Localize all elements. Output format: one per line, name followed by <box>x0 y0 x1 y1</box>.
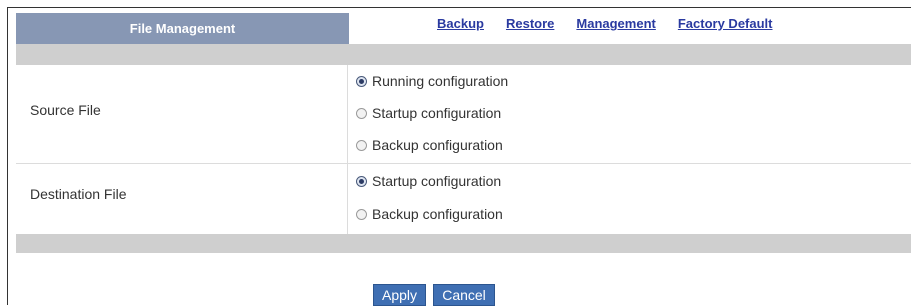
source-option-running[interactable]: Running configuration <box>356 70 508 92</box>
nav-links: Backup Restore Management Factory Defaul… <box>437 16 911 44</box>
link-backup[interactable]: Backup <box>437 16 484 44</box>
source-file-label: Source File <box>30 102 101 118</box>
radio-button-checked[interactable] <box>356 175 367 187</box>
option-label: Backup configuration <box>372 137 503 153</box>
table-footer-bar <box>16 234 911 253</box>
destination-file-label: Destination File <box>30 186 127 202</box>
source-option-backup[interactable]: Backup configuration <box>356 134 503 156</box>
link-restore[interactable]: Restore <box>506 16 554 44</box>
radio-button[interactable] <box>356 139 367 151</box>
row-divider <box>16 163 911 164</box>
link-factory-default[interactable]: Factory Default <box>678 16 773 44</box>
radio-button[interactable] <box>356 208 367 220</box>
option-label: Startup configuration <box>372 173 502 189</box>
option-label: Running configuration <box>372 73 509 89</box>
destination-option-backup[interactable]: Backup configuration <box>356 203 503 225</box>
apply-button[interactable]: Apply <box>373 284 426 306</box>
link-management[interactable]: Management <box>576 16 655 44</box>
tab-file-management-label: File Management <box>129 21 236 36</box>
table-header-bar <box>16 44 911 65</box>
radio-button-checked[interactable] <box>356 75 367 87</box>
tab-file-management: File Management <box>16 13 349 44</box>
radio-button[interactable] <box>356 107 367 119</box>
option-label: Backup configuration <box>372 206 503 222</box>
cancel-button[interactable]: Cancel <box>433 284 495 306</box>
source-option-startup[interactable]: Startup configuration <box>356 102 501 124</box>
option-label: Startup configuration <box>372 105 502 121</box>
column-divider <box>347 65 348 234</box>
destination-option-startup[interactable]: Startup configuration <box>356 170 501 192</box>
